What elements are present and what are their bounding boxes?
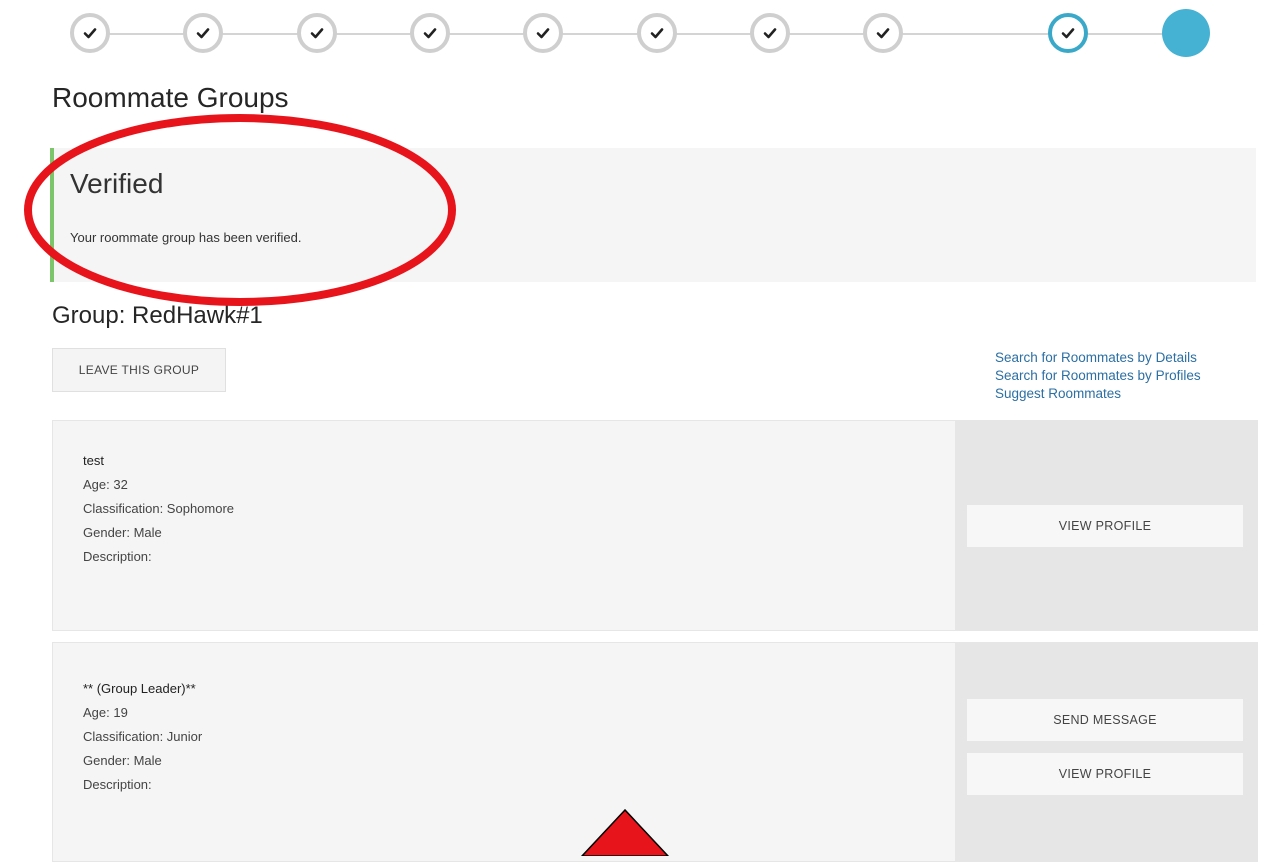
checkmark-icon	[423, 28, 437, 39]
checkmark-icon	[763, 28, 777, 39]
roommate-search-links: Search for Roommates by Details Search f…	[995, 349, 1201, 403]
step-6-complete	[637, 13, 677, 53]
member-description: Description:	[83, 777, 152, 792]
member-card: ** (Group Leader)** Age: 19 Classificati…	[52, 642, 1258, 862]
step-7-complete	[750, 13, 790, 53]
member-name: test	[83, 453, 104, 468]
step-2-complete	[183, 13, 223, 53]
alert-message: Your roommate group has been verified.	[70, 230, 302, 245]
alert-title: Verified	[70, 168, 164, 199]
member-card: test Age: 32 Classification: Sophomore G…	[52, 420, 1258, 631]
checkmark-icon	[310, 28, 324, 39]
checkmark-icon	[536, 28, 550, 39]
member-actions: VIEW PROFILE	[955, 421, 1257, 630]
verified-alert: Verified Your roommate group has been ve…	[50, 148, 1256, 282]
progress-stepper	[70, 9, 1220, 57]
view-profile-button[interactable]: VIEW PROFILE	[967, 753, 1243, 795]
checkmark-icon	[650, 28, 664, 39]
member-age: Age: 32	[83, 477, 128, 492]
group-title: Group: RedHawk#1	[52, 302, 263, 329]
member-classification: Classification: Junior	[83, 729, 203, 744]
member-description: Description:	[83, 549, 152, 564]
view-profile-button[interactable]: VIEW PROFILE	[967, 505, 1243, 547]
member-actions: SEND MESSAGE VIEW PROFILE	[955, 643, 1257, 861]
checkmark-icon	[83, 28, 97, 39]
checkmark-icon	[1061, 28, 1075, 39]
member-info: ** (Group Leader)** Age: 19 Classificati…	[83, 677, 202, 797]
checkmark-icon	[196, 28, 210, 39]
member-classification: Classification: Sophomore	[83, 501, 235, 516]
member-gender: Gender: Male	[83, 753, 162, 768]
leave-group-button[interactable]: LEAVE THIS GROUP	[52, 348, 226, 392]
step-9-current	[1048, 13, 1088, 53]
page-title: Roommate Groups	[52, 82, 289, 113]
checkmark-icon	[876, 28, 890, 39]
step-10-upcoming	[1162, 9, 1210, 57]
member-gender: Gender: Male	[83, 525, 162, 540]
send-message-button[interactable]: SEND MESSAGE	[967, 699, 1243, 741]
search-by-profiles-link[interactable]: Search for Roommates by Profiles	[995, 367, 1201, 385]
step-3-complete	[297, 13, 337, 53]
step-5-complete	[523, 13, 563, 53]
member-age: Age: 19	[83, 705, 128, 720]
step-8-complete	[863, 13, 903, 53]
step-1-complete	[70, 13, 110, 53]
suggest-roommates-link[interactable]: Suggest Roommates	[995, 385, 1201, 403]
step-4-complete	[410, 13, 450, 53]
search-by-details-link[interactable]: Search for Roommates by Details	[995, 349, 1201, 367]
member-info: test Age: 32 Classification: Sophomore G…	[83, 449, 234, 569]
member-name: ** (Group Leader)**	[83, 681, 196, 696]
